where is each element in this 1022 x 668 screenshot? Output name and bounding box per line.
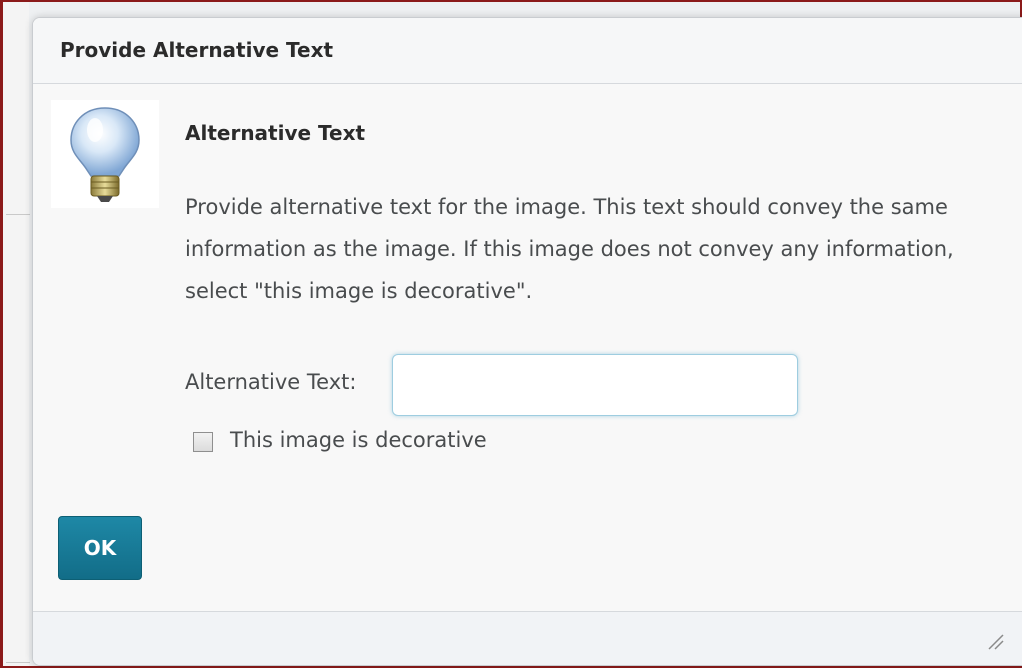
decorative-checkbox[interactable] <box>193 432 213 452</box>
dialog-header: Provide Alternative Text <box>33 18 1022 84</box>
section-heading: Alternative Text <box>185 121 366 145</box>
alt-text-input[interactable] <box>392 354 798 416</box>
lightbulb-icon <box>51 100 159 208</box>
ok-button[interactable]: OK <box>58 516 142 580</box>
dialog-description: Provide alternative text for the image. … <box>185 195 954 303</box>
background-divider <box>6 214 30 215</box>
background-divider <box>6 662 30 663</box>
resize-grip-icon[interactable] <box>983 629 1005 651</box>
dialog-footer <box>33 611 1022 665</box>
alt-text-label: Alternative Text: <box>185 370 357 394</box>
alt-text-dialog: Provide Alternative Text Alternative Tex… <box>32 17 1022 666</box>
background-page <box>3 2 30 666</box>
dialog-title: Provide Alternative Text <box>60 38 334 62</box>
decorative-checkbox-label[interactable]: This image is decorative <box>230 428 487 452</box>
